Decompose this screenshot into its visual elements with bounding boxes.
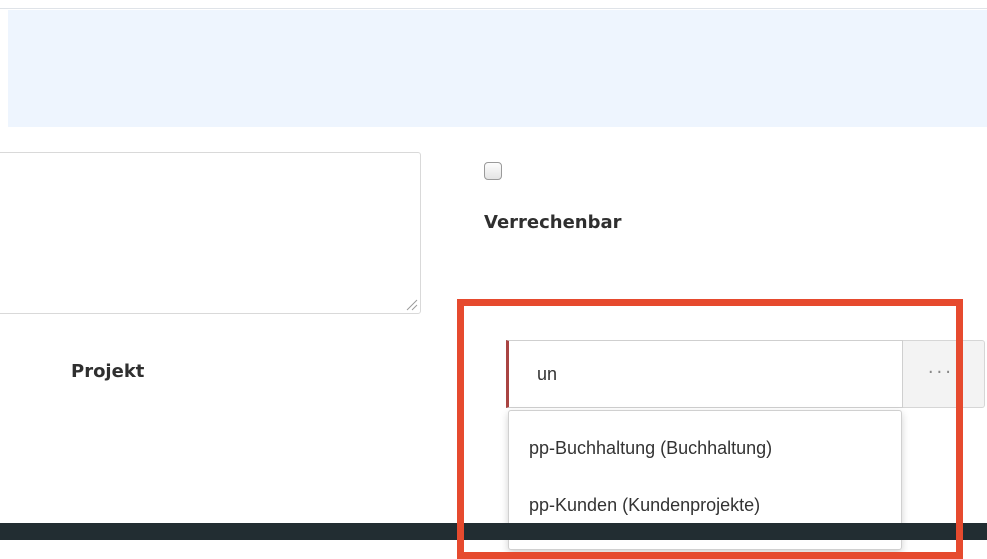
- footer-bar: [0, 523, 987, 540]
- project-input[interactable]: [506, 340, 903, 408]
- suggestion-item[interactable]: pp-Kunden (Kundenprojekte): [529, 495, 760, 516]
- info-band: [8, 10, 987, 127]
- browse-button[interactable]: ...: [903, 340, 985, 408]
- project-label: Projekt: [71, 361, 145, 382]
- suggestion-item[interactable]: pp-Buchhaltung (Buchhaltung): [529, 438, 772, 459]
- notes-textarea[interactable]: [0, 152, 421, 314]
- top-divider: [0, 8, 987, 9]
- resize-grip-icon[interactable]: [404, 297, 418, 311]
- billable-label: Verrechenbar: [484, 212, 622, 233]
- billable-checkbox[interactable]: [484, 162, 502, 180]
